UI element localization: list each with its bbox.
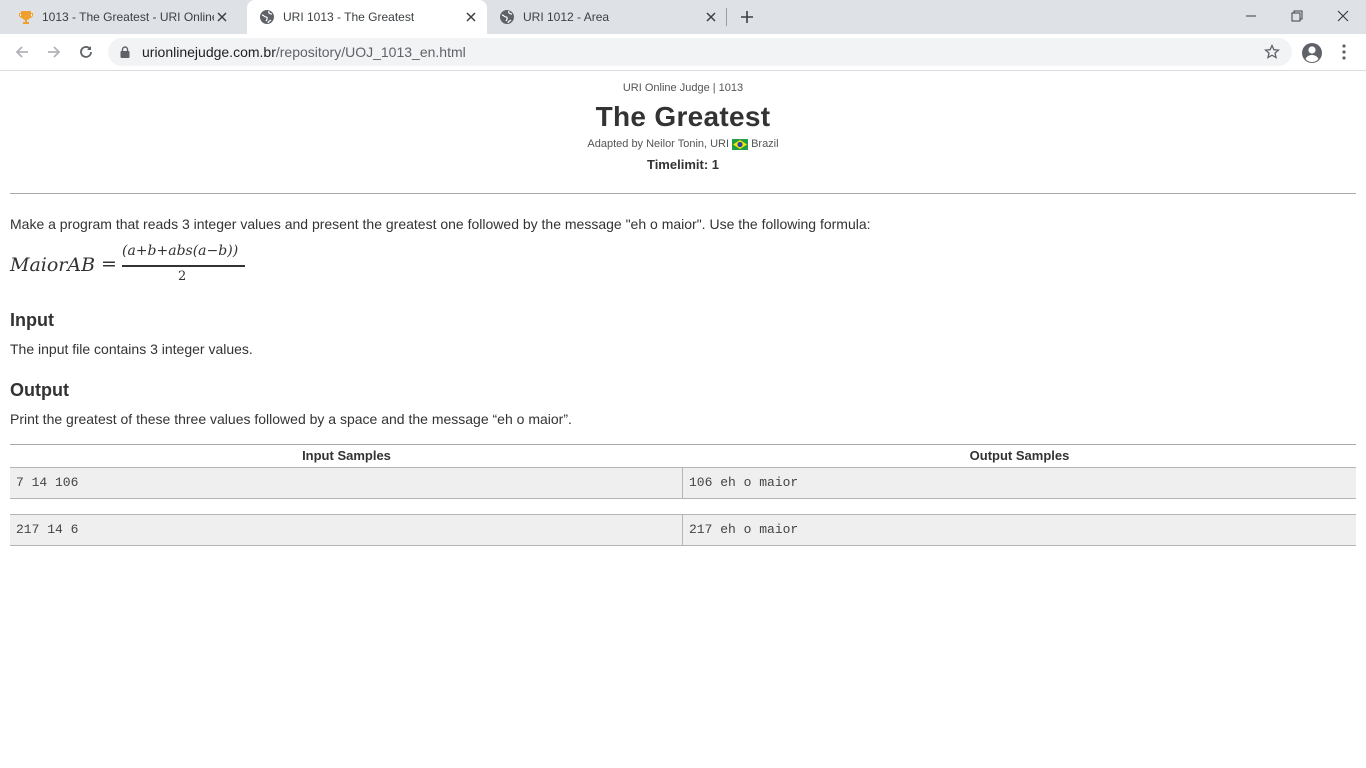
minimize-button[interactable] — [1228, 0, 1274, 32]
author-text: Adapted by Neilor Tonin, URI — [587, 138, 730, 150]
url-text: urionlinejudge.com.br/repository/UOJ_101… — [142, 44, 466, 60]
output-text: Print the greatest of these three values… — [10, 411, 572, 427]
problem-description: Make a program that reads 3 integer valu… — [10, 216, 871, 232]
breadcrumb: URI Online Judge | 1013 — [622, 82, 744, 94]
table-top-border — [10, 444, 1356, 445]
input-heading: Input — [10, 310, 54, 330]
divider — [10, 193, 1356, 194]
tab-1013-greatest[interactable]: URI 1013 - The Greatest — [247, 0, 487, 34]
formula-equals: = — [101, 253, 117, 275]
page-title: The Greatest — [595, 101, 771, 132]
sample-input: 7 14 106 — [10, 468, 683, 498]
globe-icon — [259, 9, 275, 25]
bookmark-star-icon[interactable] — [1263, 43, 1281, 60]
tab-1013-uri[interactable]: 1013 - The Greatest - URI Online Judge — [0, 0, 247, 34]
tab-title: 1013 - The Greatest - URI Online Judge — [42, 10, 214, 24]
sample-output: 217 eh o maior — [689, 522, 799, 537]
reload-button[interactable] — [74, 40, 98, 64]
tab-title: URI 1013 - The Greatest — [283, 10, 415, 24]
back-button[interactable] — [10, 40, 34, 64]
forward-button[interactable] — [42, 40, 66, 64]
table-row: 217 14 6 217 eh o maior — [10, 514, 1356, 546]
formula-numerator: (a+b+abs(a−b)) — [122, 243, 239, 259]
timelimit: Timelimit: 1 — [646, 157, 719, 172]
author-line: Adapted by Neilor Tonin, URI Brazil — [10, 138, 1356, 150]
globe-icon — [499, 9, 515, 25]
output-samples-header: Output Samples — [969, 448, 1070, 463]
url-host: urionlinejudge.com.br — [142, 44, 276, 60]
tab-strip: 1013 - The Greatest - URI Online Judge U… — [0, 0, 1366, 34]
country-text: Brazil — [751, 138, 779, 150]
close-window-button[interactable] — [1320, 0, 1366, 32]
tab-title: URI 1012 - Area — [523, 10, 610, 24]
sample-input: 217 14 6 — [10, 515, 683, 545]
input-text: The input file contains 3 integer values… — [10, 341, 253, 357]
tab-separator — [726, 8, 727, 26]
brazil-flag-icon — [732, 138, 749, 150]
formula-lhs: MaiorAB — [10, 254, 96, 276]
table-row: 7 14 106 106 eh o maior — [10, 467, 1356, 499]
close-icon[interactable] — [463, 9, 479, 25]
new-tab-button[interactable] — [737, 7, 757, 27]
tab-1012-area[interactable]: URI 1012 - Area — [487, 0, 727, 34]
formula-denominator: 2 — [178, 269, 187, 284]
output-heading: Output — [10, 380, 69, 400]
lock-icon[interactable] — [118, 45, 132, 59]
input-samples-header: Input Samples — [302, 448, 391, 463]
address-bar[interactable]: urionlinejudge.com.br/repository/UOJ_101… — [108, 38, 1292, 66]
sample-output: 106 eh o maior — [689, 475, 799, 490]
restore-button[interactable] — [1274, 0, 1320, 32]
close-icon[interactable] — [703, 9, 719, 25]
browser-toolbar: urionlinejudge.com.br/repository/UOJ_101… — [0, 34, 1366, 71]
close-icon[interactable] — [214, 9, 230, 25]
profile-avatar-icon[interactable] — [1300, 41, 1324, 65]
kebab-menu-icon[interactable] — [1334, 42, 1354, 62]
trophy-icon — [18, 9, 34, 25]
fraction-bar — [122, 265, 245, 267]
url-path: /repository/UOJ_1013_en.html — [275, 44, 466, 60]
